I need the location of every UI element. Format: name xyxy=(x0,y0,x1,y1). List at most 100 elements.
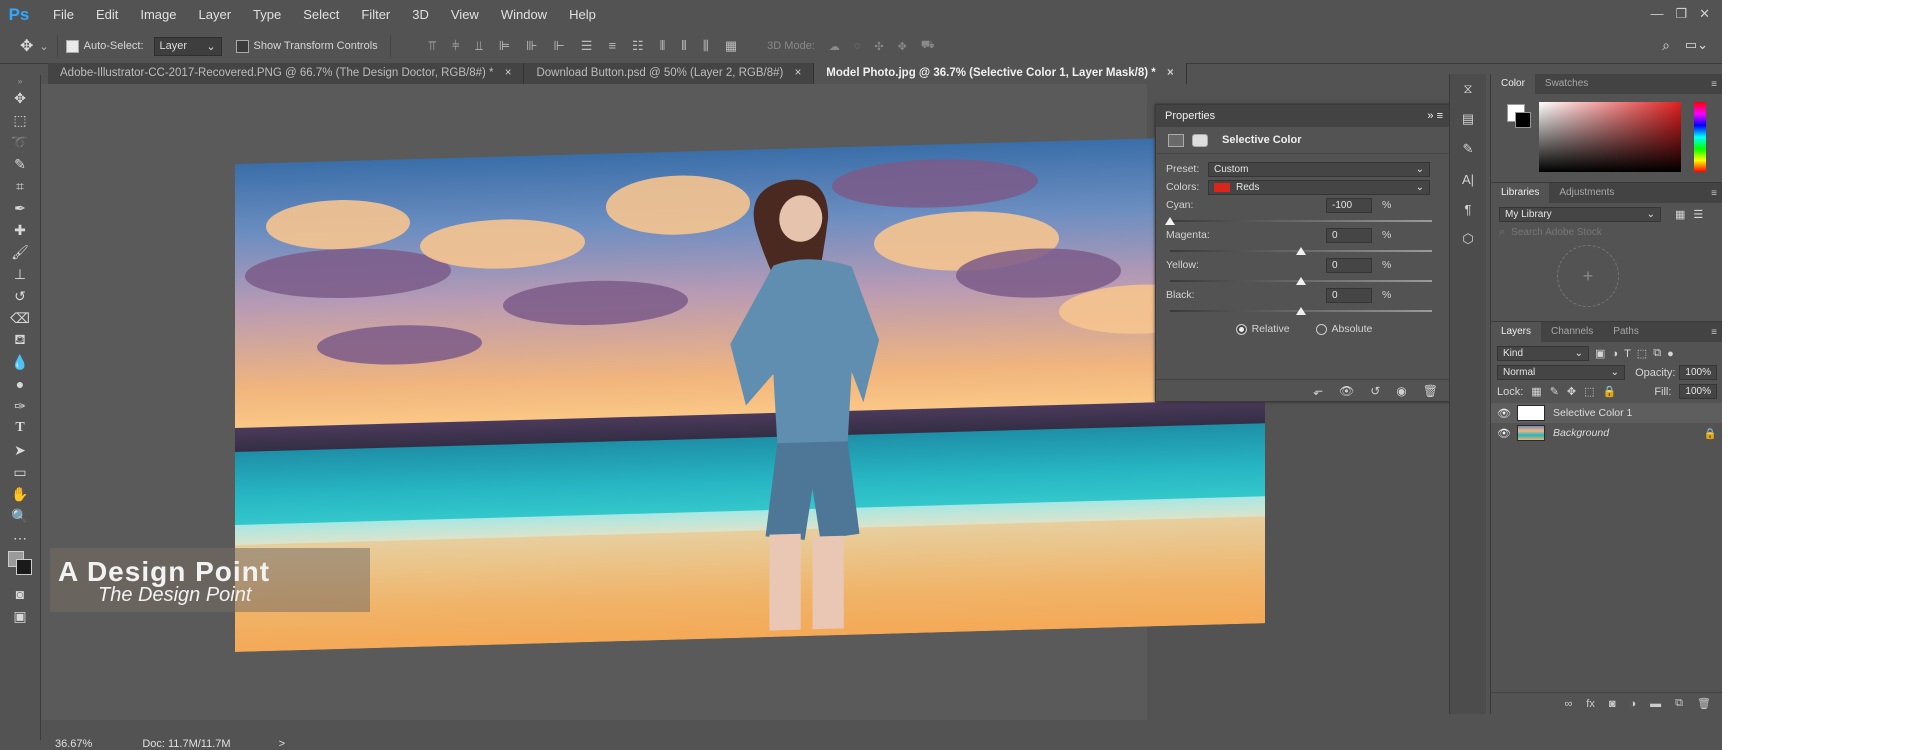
filter-adjustment-icon[interactable]: ◑ xyxy=(1611,348,1618,360)
link-icon[interactable]: ∞ xyxy=(1564,698,1572,710)
slider-thumb[interactable] xyxy=(1165,217,1175,225)
filter-shape-icon[interactable]: ⬚ xyxy=(1637,347,1647,360)
menu-3d[interactable]: 3D xyxy=(401,0,440,29)
paint-bucket-icon[interactable]: ⛾ xyxy=(0,329,40,351)
auto-select-checkbox[interactable] xyxy=(65,39,79,53)
show-transform-checkbox[interactable] xyxy=(235,39,249,53)
blend-mode-dropdown[interactable]: Normal ⌄ xyxy=(1497,365,1626,380)
brush-settings-icon[interactable]: ✎ xyxy=(1450,134,1486,164)
chevron-down-icon[interactable]: ⌄ xyxy=(39,40,48,53)
background-color-swatch[interactable] xyxy=(16,559,32,575)
layer-thumbnail[interactable] xyxy=(1517,425,1545,441)
search-icon[interactable]: ⌕ xyxy=(1662,37,1670,54)
distribute-vcenter-icon[interactable]: ≡ xyxy=(608,38,616,54)
menu-layer[interactable]: Layer xyxy=(188,0,243,29)
status-arrow[interactable]: > xyxy=(279,738,285,750)
adjustment-icon[interactable] xyxy=(1168,133,1184,147)
align-right-icon[interactable]: ⊩ xyxy=(553,38,564,54)
3d-icon[interactable]: ⬡ xyxy=(1450,224,1486,254)
preset-dropdown[interactable]: Custom ⌄ xyxy=(1208,161,1430,177)
slider-value-field[interactable]: 0 xyxy=(1326,287,1372,303)
distribute-top-icon[interactable]: ☰ xyxy=(581,38,593,54)
align-bottom-icon[interactable]: ⫫ xyxy=(475,38,482,54)
tab-layers[interactable]: Layers xyxy=(1491,322,1542,342)
stock-search-input[interactable]: Search Adobe Stock xyxy=(1511,227,1602,238)
restore-button[interactable]: ❐ xyxy=(1675,6,1687,22)
distribute-left-icon[interactable]: ⫴ xyxy=(660,38,665,54)
filter-smart-icon[interactable]: ⧉ xyxy=(1653,347,1661,360)
paragraph-icon[interactable]: ¶ xyxy=(1450,194,1486,224)
tab-illustrator-png[interactable]: Adobe-Illustrator-CC-2017-Recovered.PNG … xyxy=(48,63,525,84)
reset-icon[interactable]: ↺ xyxy=(1370,384,1380,398)
path-select-icon[interactable]: ➤ xyxy=(0,439,40,461)
visibility-icon[interactable]: ◉ xyxy=(1396,384,1406,398)
folder-icon[interactable]: ▬ xyxy=(1650,698,1661,710)
filter-toggle-icon[interactable]: ● xyxy=(1667,348,1674,360)
zoom-tool-icon[interactable]: 🔍 xyxy=(0,505,40,527)
layer-row[interactable]: 👁 Selective Color 1 xyxy=(1491,403,1722,423)
add-content-icon[interactable]: + xyxy=(1557,245,1619,307)
clone-stamp-icon[interactable]: ⊥ xyxy=(0,263,40,285)
slider-thumb[interactable] xyxy=(1296,277,1306,285)
new-layer-icon[interactable]: ⧉ xyxy=(1675,697,1683,710)
list-view-icon[interactable]: ☰ xyxy=(1693,208,1703,221)
trash-icon[interactable]: 🗑 xyxy=(1423,384,1438,398)
move-tool-icon[interactable]: ✥ xyxy=(20,36,33,56)
menu-type[interactable]: Type xyxy=(242,0,292,29)
auto-align-icon[interactable]: ▦ xyxy=(725,38,737,54)
grid-view-icon[interactable]: ▦ xyxy=(1675,208,1685,221)
brush-tool-icon[interactable]: 🖌 xyxy=(0,241,40,263)
quick-mask-icon[interactable]: ◙ xyxy=(0,583,40,605)
tab-swatches[interactable]: Swatches xyxy=(1535,74,1598,94)
menu-window[interactable]: Window xyxy=(490,0,558,29)
color-slider[interactable] xyxy=(1165,214,1432,226)
adjustment-icon[interactable]: ◑ xyxy=(1630,698,1637,710)
lock-move-icon[interactable]: ✥ xyxy=(1567,385,1576,398)
crop-tool-icon[interactable]: ⌗ xyxy=(0,175,40,197)
slider-thumb[interactable] xyxy=(1296,247,1306,255)
tab-download-button[interactable]: Download Button.psd @ 50% (Layer 2, RGB/… xyxy=(524,63,815,84)
menu-edit[interactable]: Edit xyxy=(85,0,129,29)
orbit-3d-icon[interactable]: ☁ xyxy=(829,40,840,53)
eye-icon[interactable]: 👁 xyxy=(1497,407,1511,420)
workspace-icon[interactable]: ▭⌄ xyxy=(1685,37,1708,53)
menu-filter[interactable]: Filter xyxy=(350,0,401,29)
layer-name[interactable]: Selective Color 1 xyxy=(1553,407,1717,419)
align-top-icon[interactable]: ⫪ xyxy=(429,38,436,54)
tab-libraries[interactable]: Libraries xyxy=(1491,183,1550,203)
align-hcenter-icon[interactable]: ⊪ xyxy=(526,38,537,54)
lasso-tool-icon[interactable]: ➰ xyxy=(0,131,40,153)
tab-paths[interactable]: Paths xyxy=(1603,322,1649,342)
close-tab-icon[interactable]: × xyxy=(795,67,802,79)
close-button[interactable]: ✕ xyxy=(1699,6,1710,22)
zoom-level[interactable]: 36.67% xyxy=(55,738,92,750)
eyedropper-tool-icon[interactable]: ✒ xyxy=(0,197,40,219)
color-slider[interactable] xyxy=(1170,274,1432,286)
quick-select-tool-icon[interactable]: ✎ xyxy=(0,153,40,175)
eye-icon[interactable]: 👁 xyxy=(1497,427,1511,440)
fill-field[interactable]: 100% xyxy=(1679,384,1717,399)
layer-row[interactable]: 👁 Background 🔒 xyxy=(1491,423,1722,443)
screen-mode-icon[interactable]: ▣ xyxy=(0,605,40,627)
distribute-bottom-icon[interactable]: ☷ xyxy=(632,38,644,54)
properties-icon[interactable]: ▤ xyxy=(1450,104,1486,134)
distribute-right-icon[interactable]: ⫼ xyxy=(703,38,709,54)
character-icon[interactable]: A| xyxy=(1450,164,1486,194)
history-icon[interactable]: ⧖ xyxy=(1450,74,1486,104)
menu-select[interactable]: Select xyxy=(292,0,350,29)
filter-type-icon[interactable]: T xyxy=(1624,348,1631,360)
menu-image[interactable]: Image xyxy=(129,0,187,29)
clip-to-layer-icon[interactable]: ⬐ xyxy=(1313,384,1323,398)
library-dropdown[interactable]: My Library ⌄ xyxy=(1499,207,1661,222)
menu-view[interactable]: View xyxy=(440,0,490,29)
pan-3d-icon[interactable]: ✣ xyxy=(874,40,883,53)
color-slider[interactable] xyxy=(1170,304,1432,316)
shape-tool-icon[interactable]: ▭ xyxy=(0,461,40,483)
mask-icon[interactable] xyxy=(1192,133,1208,147)
panel-menu-icon[interactable]: ≡ xyxy=(1711,188,1722,199)
scale-3d-icon[interactable]: ⛟ xyxy=(921,39,935,53)
mask-icon[interactable]: ◙ xyxy=(1609,698,1616,710)
panel-menu-icon[interactable]: » ≡ xyxy=(1427,110,1443,122)
trash-icon[interactable]: 🗑 xyxy=(1697,697,1711,710)
eraser-tool-icon[interactable]: ⌫ xyxy=(0,307,40,329)
